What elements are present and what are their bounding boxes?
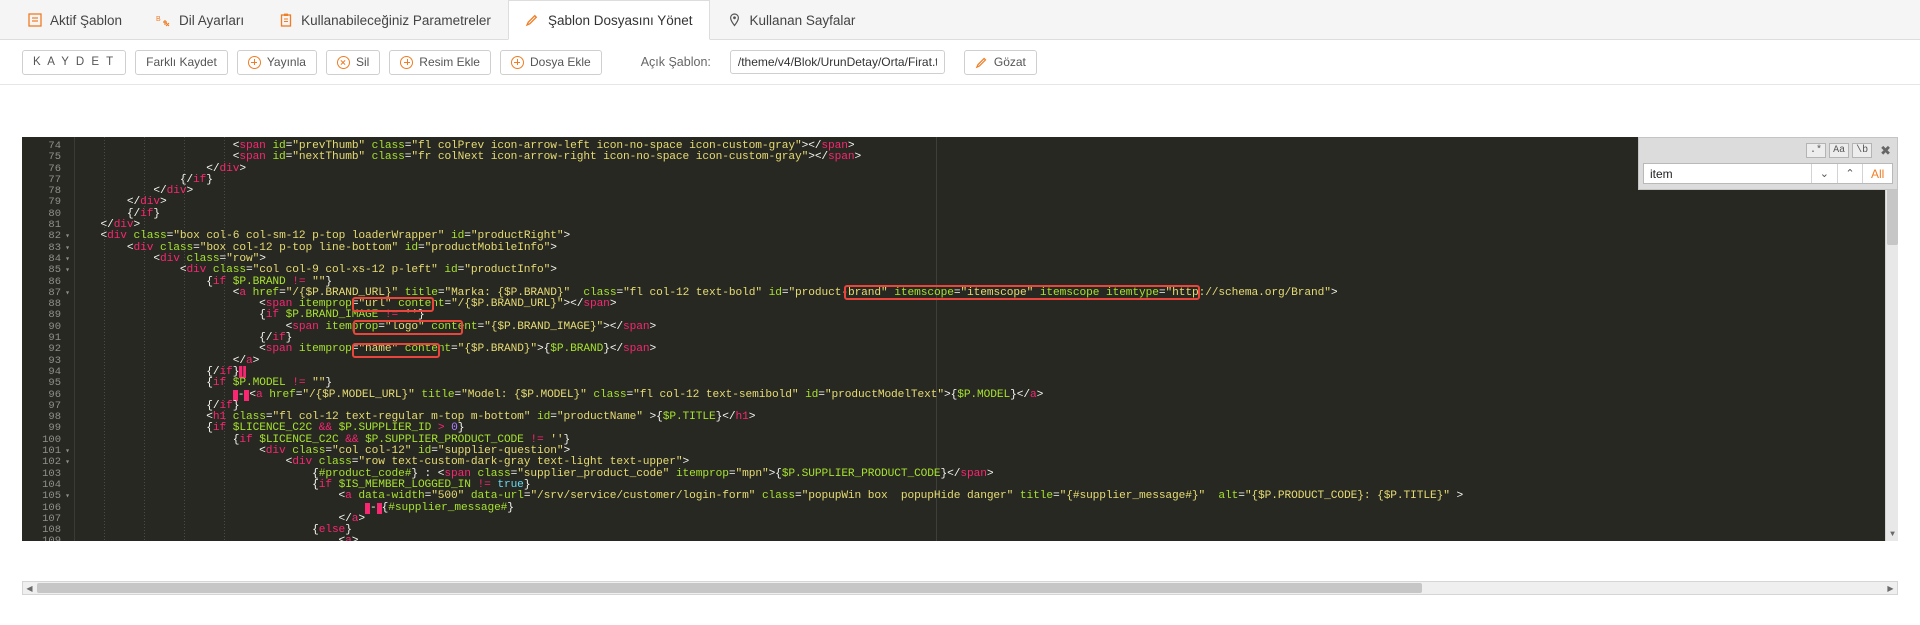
editor-toolbar: K A Y D E T Farklı Kaydet Yayınla Sil Re…	[0, 40, 1920, 85]
fold-toggle-icon[interactable]: ▾	[64, 459, 71, 467]
code-line[interactable]: </div>	[74, 163, 1898, 175]
add-file-button[interactable]: Dosya Ekle	[499, 49, 602, 75]
line-number: 82 ▾	[48, 230, 71, 243]
whole-word-toggle[interactable]: \b	[1852, 143, 1873, 158]
line-number: 92	[48, 343, 61, 356]
publish-label: Yayınla	[266, 55, 306, 69]
tab-kullanabileceginiz-parametreler[interactable]: Kullanabileceğiniz Parametreler	[261, 0, 508, 39]
fold-toggle-icon[interactable]: ▾	[64, 493, 71, 501]
editor-horizontal-scrollbar[interactable]: ◀ ▶	[22, 581, 1898, 595]
horizontal-scroll-thumb[interactable]	[37, 583, 1422, 593]
tab-kullanan-sayfalar[interactable]: Kullanan Sayfalar	[710, 0, 873, 39]
publish-button[interactable]: Yayınla	[236, 49, 317, 75]
code-line[interactable]: <span id="nextThumb" class="fr colNext i…	[74, 152, 1898, 163]
search-input[interactable]	[1644, 164, 1811, 183]
add-file-label: Dosya Ekle	[529, 55, 591, 69]
fold-toggle-icon[interactable]: ▾	[64, 233, 71, 241]
tab-label: Aktif Şablon	[50, 12, 123, 28]
code-editor[interactable]: 74 75 76 77 78 79 80 81 82 ▾ 83 ▾ 84 ▾ 85 ▾ 86 87 ▾ 88 89 90 9…	[22, 137, 1898, 541]
delete-button[interactable]: Sil	[325, 49, 381, 75]
scroll-down-icon[interactable]: ▼	[1886, 528, 1898, 541]
template-path-input[interactable]	[729, 50, 945, 74]
code-line[interactable]: {/if}	[74, 174, 1898, 186]
code-line[interactable]: </div>	[74, 197, 1898, 208]
open-template-label: Açık Şablon:	[640, 55, 711, 69]
plus-circle-icon	[400, 55, 414, 69]
code-line[interactable]: {/if}|	[74, 365, 1898, 378]
code-line[interactable]: <span itemprop="name" content="{$P.BRAND…	[74, 344, 1898, 355]
main-tab-bar: Aktif Şablon B Dil Ayarları Kullanabilec…	[0, 0, 1920, 40]
find-prev-icon[interactable]: ⌃	[1836, 164, 1863, 183]
regex-toggle[interactable]: .*	[1806, 143, 1827, 158]
find-widget: .* Aa \b ✖ ⌄ ⌃ All	[1638, 137, 1898, 190]
plus-circle-icon	[510, 55, 524, 69]
browse-button[interactable]: Gözat	[963, 49, 1037, 75]
browse-label: Gözat	[993, 55, 1026, 69]
editor-area: .* Aa \b ✖ ⌄ ⌃ All 747576777879808182▾83…	[0, 137, 1920, 625]
line-number: 105 ▾	[42, 490, 71, 503]
x-circle-icon	[336, 55, 350, 69]
save-button[interactable]: K A Y D E T	[22, 49, 127, 75]
tab-label: Kullanan Sayfalar	[749, 12, 856, 28]
code-line[interactable]: </a>	[74, 355, 1898, 367]
line-number-gutter: 74 75 76 77 78 79 80 81 82 ▾ 83 ▾ 84 ▾ 85 ▾ 86 87 ▾ 88 89 90 9…	[22, 137, 74, 541]
line-number: 102 ▾	[42, 456, 71, 469]
fold-toggle-icon[interactable]: ▾	[64, 267, 71, 275]
code-line[interactable]: <div class="col col-9 col-xs-12 p-left" …	[74, 265, 1898, 276]
find-options-row: .* Aa \b ✖	[1643, 142, 1893, 159]
scroll-right-icon[interactable]: ▶	[1884, 582, 1897, 594]
fold-toggle-icon[interactable]: ▾	[64, 448, 71, 456]
tab-label: Kullanabileceğiniz Parametreler	[301, 12, 491, 28]
line-number: 95	[48, 377, 61, 390]
close-icon[interactable]: ✖	[1880, 144, 1891, 157]
pencil-icon	[525, 13, 540, 28]
gutter-divider	[74, 137, 75, 541]
tab-label: Dil Ayarları	[179, 12, 245, 28]
save-as-button[interactable]: Farklı Kaydet	[135, 49, 228, 75]
find-input-row: ⌄ ⌃ All	[1643, 163, 1893, 184]
tab-label: Şablon Dosyasını Yönet	[547, 12, 693, 28]
tab-sablon-dosyasini-yonet[interactable]: Şablon Dosyasını Yönet	[507, 0, 710, 40]
fold-toggle-icon[interactable]: ▾	[64, 255, 71, 263]
add-image-label: Resim Ekle	[419, 55, 480, 69]
code-line[interactable]: - <a href="/{$P.MODEL_URL}" title="Model…	[74, 389, 1898, 401]
delete-label: Sil	[355, 55, 370, 69]
editor-vertical-scrollbar[interactable]: ▲ ▼	[1885, 137, 1898, 541]
code-content[interactable]: <span id="prevThumb" class="fl colPrev i…	[74, 137, 1898, 541]
find-all-button[interactable]: All	[1862, 164, 1893, 183]
plus-circle-icon	[247, 55, 261, 69]
code-line[interactable]: <span itemprop="logo" content="{$P.BRAND…	[74, 321, 1898, 333]
svg-text:B: B	[156, 16, 161, 23]
tab-aktif-sablon[interactable]: Aktif Şablon	[10, 0, 139, 39]
match-case-toggle[interactable]: Aa	[1829, 143, 1850, 158]
fold-toggle-icon[interactable]: ▾	[64, 244, 71, 252]
line-number: 109	[22, 536, 74, 541]
line-number: 75	[48, 151, 61, 164]
code-line[interactable]: <div class="box col-12 p-top line-bottom…	[74, 242, 1898, 254]
tab-dil-ayarlari[interactable]: B Dil Ayarları	[139, 0, 261, 39]
location-pin-icon	[727, 13, 742, 28]
find-next-icon[interactable]: ⌄	[1811, 164, 1837, 183]
pencil-icon	[975, 56, 988, 69]
scroll-left-icon[interactable]: ◀	[23, 582, 36, 594]
add-image-button[interactable]: Resim Ekle	[389, 49, 491, 75]
code-line[interactable]: {/if}	[74, 208, 1898, 220]
code-line[interactable]: <a>	[74, 536, 1898, 541]
document-icon	[27, 13, 42, 28]
code-line[interactable]: </div>	[74, 186, 1898, 197]
clipboard-icon	[278, 13, 293, 28]
line-number: 85 ▾	[48, 264, 71, 277]
fold-toggle-icon[interactable]: ▾	[64, 289, 71, 297]
language-icon: B	[156, 13, 171, 28]
